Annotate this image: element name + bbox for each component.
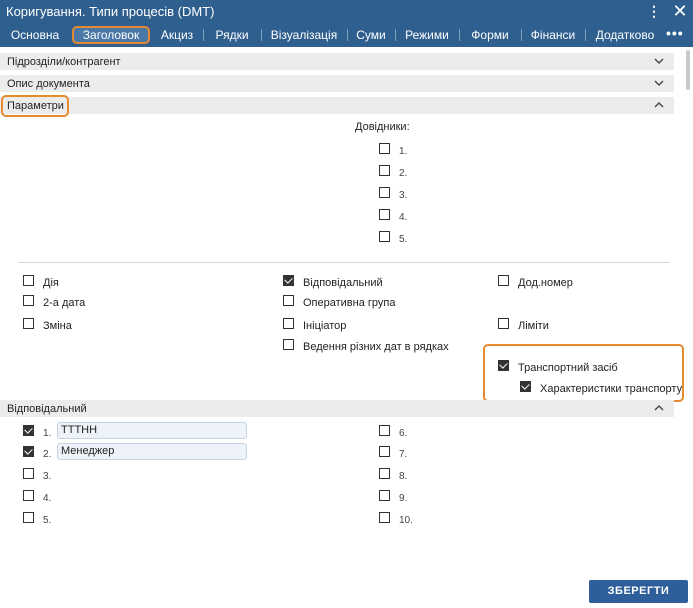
- directory-checkbox-3[interactable]: [379, 187, 390, 198]
- diffdates-checkbox[interactable]: [283, 339, 294, 350]
- tab-separator: [203, 29, 204, 41]
- more-horiz-icon[interactable]: •••: [666, 25, 684, 41]
- action-label: Дія: [43, 277, 59, 289]
- vehicle-chars-checkbox[interactable]: [520, 381, 531, 392]
- tab-excise[interactable]: Акциз: [155, 26, 199, 44]
- section-params[interactable]: Параметри: [0, 97, 674, 114]
- addnum-checkbox[interactable]: [498, 275, 509, 286]
- section-subdivisions-label: Підрозділи/контрагент: [7, 56, 121, 68]
- initiator-label: Ініціатор: [303, 320, 347, 332]
- tab-separator: [347, 29, 348, 41]
- tab-additional[interactable]: Додатково: [589, 26, 661, 44]
- resp-num-7: 7.: [399, 449, 408, 460]
- tab-header[interactable]: Заголовок: [72, 26, 150, 44]
- opgroup-label: Оперативна група: [303, 297, 396, 309]
- chevron-down-icon[interactable]: [653, 55, 665, 67]
- resp-checkbox-7[interactable]: [379, 446, 390, 457]
- resp-checkbox-10[interactable]: [379, 512, 390, 523]
- resp-num-10: 10.: [399, 515, 413, 526]
- directory-label-3: 3.: [399, 190, 408, 201]
- resp-num-2: 2.: [43, 449, 52, 460]
- tab-forms[interactable]: Форми: [463, 26, 517, 44]
- divider: [18, 262, 670, 263]
- save-button[interactable]: ЗБЕРЕГТИ: [589, 580, 688, 603]
- limits-checkbox[interactable]: [498, 318, 509, 329]
- section-doc-desc[interactable]: Опис документа: [0, 75, 674, 92]
- resp-checkbox-1[interactable]: [23, 425, 34, 436]
- resp-checkbox-5[interactable]: [23, 512, 34, 523]
- date2-label: 2-а дата: [43, 297, 86, 309]
- directory-label-5: 5.: [399, 234, 408, 245]
- section-subdivisions[interactable]: Підрозділи/контрагент: [0, 53, 674, 70]
- section-doc-desc-label: Опис документа: [7, 78, 90, 90]
- resp-checkbox-9[interactable]: [379, 490, 390, 501]
- limits-label: Ліміти: [518, 320, 549, 332]
- resp-num-5: 5.: [43, 515, 52, 526]
- tab-separator: [261, 29, 262, 41]
- close-icon[interactable]: ✕: [670, 1, 690, 21]
- resp-num-3: 3.: [43, 471, 52, 482]
- tab-separator: [395, 29, 396, 41]
- directory-label-1: 1.: [399, 146, 408, 157]
- tab-main[interactable]: Основна: [6, 26, 64, 44]
- tab-visualization[interactable]: Візуалізація: [265, 26, 343, 44]
- vehicle-checkbox[interactable]: [498, 360, 509, 371]
- resp-checkbox-2[interactable]: [23, 446, 34, 457]
- directory-checkbox-2[interactable]: [379, 165, 390, 176]
- section-responsible-label: Відповідальний: [7, 403, 87, 415]
- directory-checkbox-1[interactable]: [379, 143, 390, 154]
- diffdates-label: Ведення різних дат в рядках: [303, 341, 449, 353]
- title-bar: Коригування. Типи процесів (DMT) ⋮ ✕: [0, 0, 693, 23]
- tab-separator: [459, 29, 460, 41]
- resp-field-1[interactable]: ТТТНН: [57, 422, 247, 439]
- resp-checkbox-3[interactable]: [23, 468, 34, 479]
- params-highlight: [1, 95, 69, 117]
- chevron-up-icon[interactable]: [653, 99, 665, 111]
- tab-finance[interactable]: Фінанси: [525, 26, 581, 44]
- more-vert-icon[interactable]: ⋮: [647, 3, 661, 19]
- responsible-label: Відповідальний: [303, 277, 383, 289]
- resp-checkbox-4[interactable]: [23, 490, 34, 501]
- resp-num-1: 1.: [43, 428, 52, 439]
- vehicle-label: Транспортний засіб: [518, 362, 618, 374]
- chevron-down-icon[interactable]: [653, 77, 665, 89]
- addnum-label: Дод.номер: [518, 277, 573, 289]
- tab-modes[interactable]: Режими: [399, 26, 455, 44]
- change-checkbox[interactable]: [23, 318, 34, 329]
- date2-checkbox[interactable]: [23, 295, 34, 306]
- chevron-up-icon[interactable]: [653, 402, 665, 414]
- directories-title: Довідники:: [355, 121, 410, 133]
- resp-num-9: 9.: [399, 493, 408, 504]
- window-title: Коригування. Типи процесів (DMT): [6, 4, 215, 19]
- opgroup-checkbox[interactable]: [283, 295, 294, 306]
- change-label: Зміна: [43, 320, 72, 332]
- action-checkbox[interactable]: [23, 275, 34, 286]
- resp-num-8: 8.: [399, 471, 408, 482]
- scrollbar[interactable]: [686, 50, 690, 90]
- tab-separator: [521, 29, 522, 41]
- directory-label-4: 4.: [399, 212, 408, 223]
- directory-checkbox-5[interactable]: [379, 231, 390, 242]
- section-responsible[interactable]: Відповідальний: [0, 400, 674, 417]
- tab-sums[interactable]: Суми: [351, 26, 391, 44]
- tab-bar: Основна Заголовок Акциз Рядки Візуалізац…: [0, 23, 693, 47]
- resp-checkbox-8[interactable]: [379, 468, 390, 479]
- initiator-checkbox[interactable]: [283, 318, 294, 329]
- tab-separator: [585, 29, 586, 41]
- vehicle-chars-label: Характеристики транспорту: [540, 383, 683, 395]
- directory-checkbox-4[interactable]: [379, 209, 390, 220]
- tab-rows[interactable]: Рядки: [207, 26, 257, 44]
- directory-label-2: 2.: [399, 168, 408, 179]
- resp-field-2[interactable]: Менеджер: [57, 443, 247, 460]
- resp-num-4: 4.: [43, 493, 52, 504]
- responsible-checkbox[interactable]: [283, 275, 294, 286]
- resp-checkbox-6[interactable]: [379, 425, 390, 436]
- resp-num-6: 6.: [399, 428, 408, 439]
